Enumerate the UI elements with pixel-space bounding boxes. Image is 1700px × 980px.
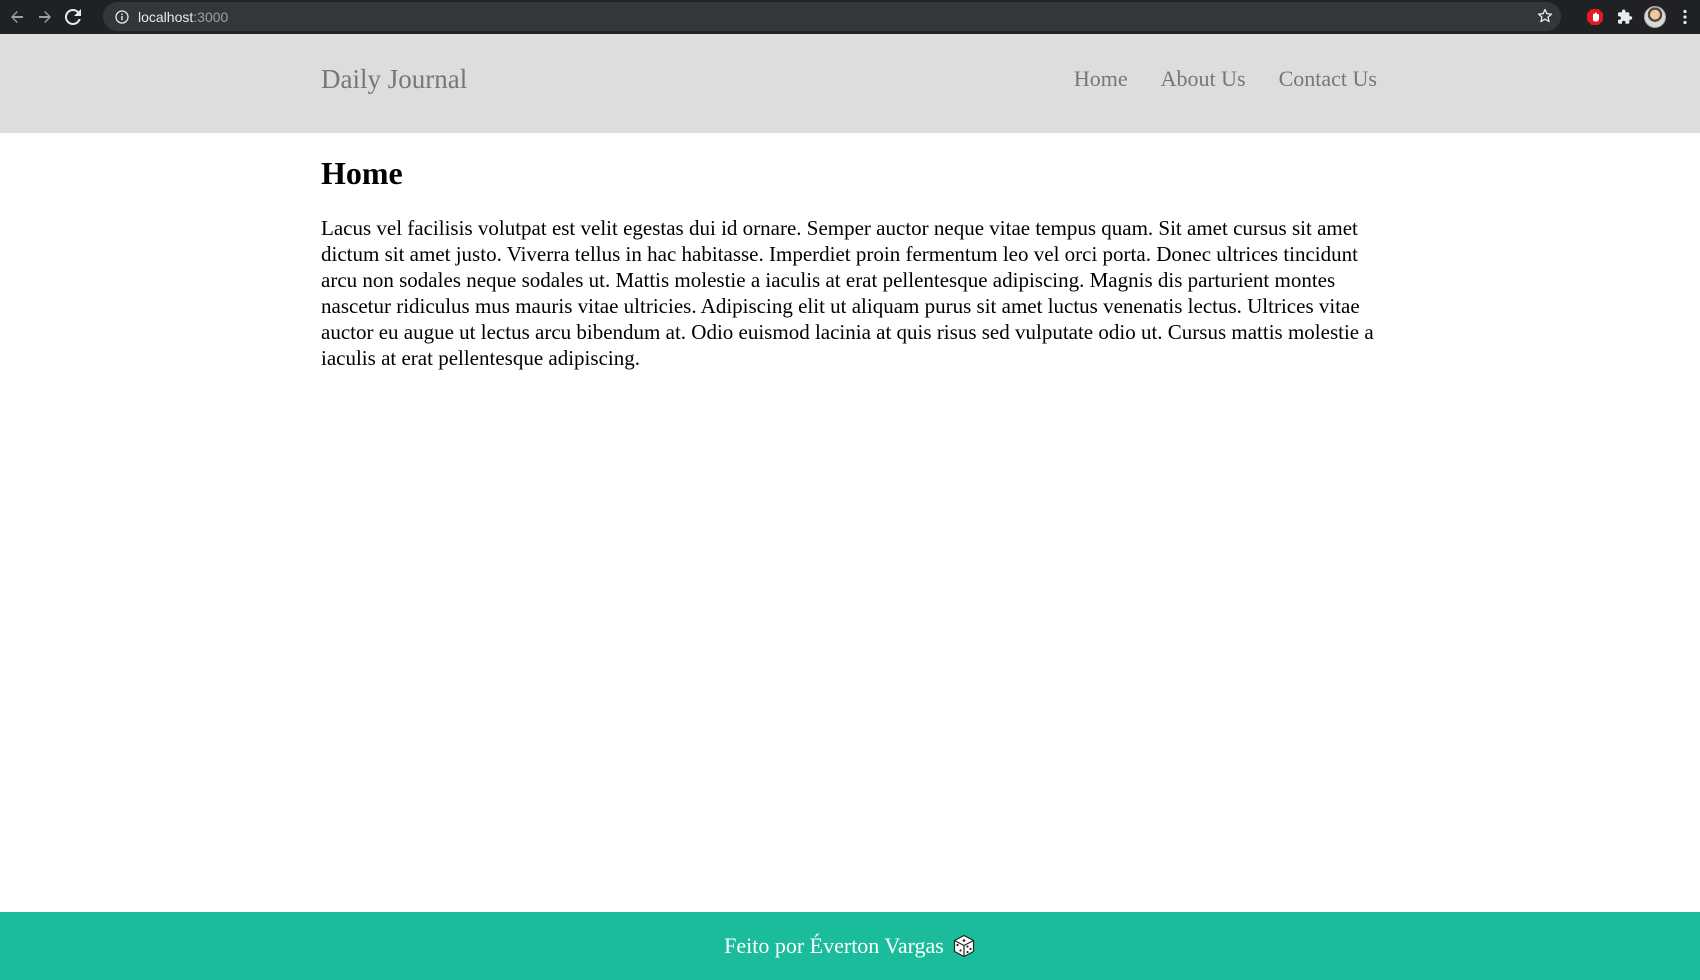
address-bar[interactable]: localhost:3000 — [103, 2, 1561, 31]
avatar — [1644, 6, 1666, 28]
brand-logo-link[interactable]: Daily Journal — [321, 66, 467, 93]
profile-avatar[interactable] — [1640, 2, 1670, 32]
page-title: Home — [321, 155, 403, 191]
forward-arrow-icon[interactable] — [31, 3, 59, 31]
main-content: Home Lacus vel facilisis volutpat est ve… — [321, 133, 1381, 371]
page-body-text: Lacus vel facilisis volutpat est velit e… — [321, 216, 1374, 371]
footer-credit-text: Feito por Éverton Vargas — [724, 933, 944, 958]
info-icon[interactable] — [114, 9, 130, 25]
puzzle-extension-icon[interactable] — [1610, 2, 1640, 32]
back-arrow-icon[interactable] — [3, 3, 31, 31]
reload-icon[interactable] — [59, 3, 87, 31]
nav-link-home[interactable]: Home — [1074, 68, 1128, 90]
star-icon[interactable] — [1537, 8, 1553, 29]
site-footer: Feito por Éverton Vargas — [0, 912, 1700, 980]
nav-link-about-us[interactable]: About Us — [1161, 68, 1246, 90]
site-header: Daily Journal Home About Us Contact Us — [0, 34, 1700, 133]
browser-toolbar: localhost:3000 — [0, 0, 1700, 34]
extensions-area — [1580, 0, 1700, 34]
adblock-icon[interactable] — [1580, 2, 1610, 32]
nav-link-contact-us[interactable]: Contact Us — [1279, 68, 1377, 90]
main-nav: Home About Us Contact Us — [1074, 68, 1377, 90]
kebab-menu-icon[interactable] — [1670, 2, 1700, 32]
url-host: localhost — [138, 8, 194, 25]
url-port: :3000 — [193, 8, 229, 25]
dice-icon — [952, 934, 976, 958]
